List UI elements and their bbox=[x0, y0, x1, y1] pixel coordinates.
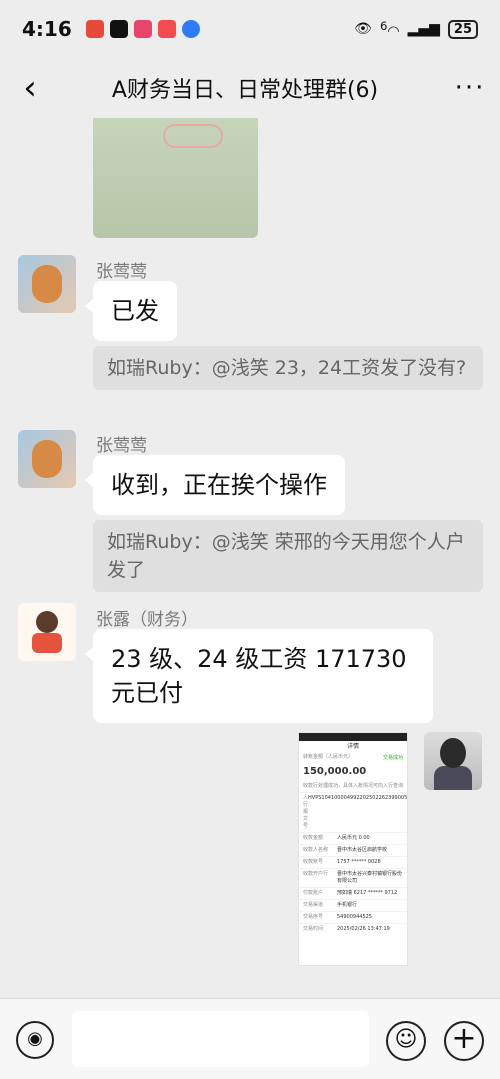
my-avatar[interactable] bbox=[424, 732, 482, 790]
chat-header: ‹ A财务当日、日常处理群(6) ··· bbox=[0, 58, 500, 118]
sender-name: 张莺莺 bbox=[96, 262, 147, 282]
receipt-status-bar bbox=[299, 733, 407, 741]
status-bar: 4:16 👁 6◠ ▂▄▆ 25 bbox=[0, 0, 500, 58]
voice-icon: ◉ bbox=[27, 1028, 43, 1049]
notification-app-icon-3 bbox=[157, 20, 176, 38]
chat-area[interactable]: 张莺莺 已发 如瑞Ruby：@浅笑 23，24工资发了没有? 张莺莺 收到，正在… bbox=[0, 118, 500, 998]
more-button[interactable]: ··· bbox=[440, 73, 500, 103]
receipt-note: 收款行处理成功，具体入账情况可向入行查询 bbox=[303, 783, 404, 789]
message-input[interactable] bbox=[72, 1011, 369, 1067]
status-time: 4:16 bbox=[22, 17, 72, 41]
message-bubble[interactable]: 已发 bbox=[85, 281, 177, 341]
message-bubble[interactable]: 收到，正在挨个操作 bbox=[85, 455, 345, 515]
receipt-title: 详情 bbox=[346, 743, 359, 750]
receipt-row: 收款开户行 晋中市太谷兴泰村镇银行股份有限公司 bbox=[299, 868, 407, 887]
battery-icon: 25 bbox=[447, 19, 478, 39]
quote-block[interactable]: 如瑞Ruby：@浅笑 23，24工资发了没有? bbox=[93, 346, 483, 390]
stamp-mark bbox=[163, 124, 223, 148]
image-message[interactable] bbox=[93, 118, 258, 238]
emoji-button[interactable]: ☺ bbox=[386, 1021, 426, 1061]
status-right: 👁 6◠ ▂▄▆ 25 bbox=[354, 18, 478, 40]
avatar[interactable] bbox=[18, 255, 76, 313]
wifi-icon: 6◠ bbox=[379, 18, 400, 40]
plus-icon: + bbox=[451, 1021, 477, 1056]
receipt-status: 交易成功 bbox=[382, 755, 403, 761]
notification-app-icon-2 bbox=[133, 20, 152, 38]
sender-name: 张莺莺 bbox=[96, 436, 147, 456]
receipt-row: 交易时间 2025/02/26 13:47:19 bbox=[299, 923, 407, 935]
receipt-row: 收款账号 1757 ****** 0028 bbox=[299, 856, 407, 868]
input-bar: ◉ ☺ + bbox=[0, 998, 500, 1079]
receipt-row: 收款人名称 晋中市太谷区启航学校 bbox=[299, 844, 407, 856]
message-bubble[interactable]: 23 级、24 级工资 171730 元已付 bbox=[85, 629, 433, 723]
more-dots-icon: ··· bbox=[454, 73, 486, 103]
quote-block[interactable]: 如瑞Ruby：@浅笑 荣邢的今天用您个人户发了 bbox=[93, 520, 483, 592]
eye-icon: 👁 bbox=[354, 21, 372, 37]
voice-button[interactable]: ◉ bbox=[16, 1021, 54, 1059]
receipt-row: 交易渠道 手机银行 bbox=[299, 899, 407, 911]
notification-app-icon bbox=[85, 20, 104, 38]
receipt-row: 收款金额 人民币元 0.00 bbox=[299, 832, 407, 844]
avatar[interactable] bbox=[18, 430, 76, 488]
sender-name: 张露（财务） bbox=[96, 610, 198, 630]
receipt-amount: 150,000.00 bbox=[303, 766, 367, 777]
chevron-left-icon: ‹ bbox=[23, 68, 37, 108]
back-button[interactable]: ‹ bbox=[0, 58, 60, 118]
emoji-icon: ☺ bbox=[394, 1027, 418, 1052]
chat-title: A财务当日、日常处理群(6) bbox=[111, 78, 379, 103]
receipt-row: 付款账户 邢如瑞 6217 ****** 9712 bbox=[299, 887, 407, 899]
receipt-row: 人行报文号 HVPS104100004992202502262399005 bbox=[299, 792, 407, 832]
more-actions-button[interactable]: + bbox=[444, 1021, 484, 1061]
receipt-row: 交易序号 54900944525 bbox=[299, 911, 407, 923]
notification-app-icon-4 bbox=[181, 20, 200, 38]
signal-icon: ▂▄▆ bbox=[407, 21, 440, 37]
tiktok-icon bbox=[109, 20, 128, 38]
receipt-image-message[interactable]: 详情 交易成功 转账金额（人民币元） 150,000.00 收款行处理成功，具体… bbox=[298, 732, 408, 966]
avatar[interactable] bbox=[18, 603, 76, 661]
